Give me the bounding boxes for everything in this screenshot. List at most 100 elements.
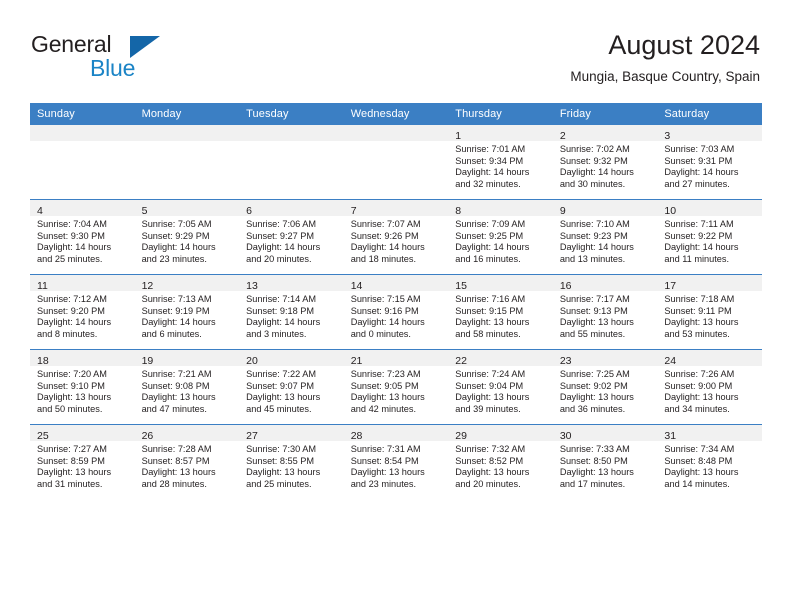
calendar-day-cell[interactable]: 23 Sunrise: 7:25 AM Sunset: 9:02 PM Dayligh… <box>552 349 658 425</box>
day-number: 11 <box>37 280 48 292</box>
calendar-day-cell[interactable]: 30 Sunrise: 7:33 AM Sunset: 8:50 PM Dayligh… <box>552 424 658 499</box>
calendar-cell-inner: 13 Sunrise: 7:14 AM Sunset: 9:18 PM Dayligh… <box>239 275 344 349</box>
calendar-day-cell[interactable]: 14 Sunrise: 7:15 AM Sunset: 9:16 PM Dayligh… <box>343 274 449 350</box>
calendar-day-cell[interactable]: 15 Sunrise: 7:16 AM Sunset: 9:15 PM Dayligh… <box>448 274 553 350</box>
calendar-week-row: 11 Sunrise: 7:12 AM Sunset: 9:20 PM Dayligh… <box>30 274 762 350</box>
calendar-day-cell[interactable]: 19 Sunrise: 7:21 AM Sunset: 9:08 PM Dayligh… <box>134 349 240 425</box>
day-detail-lines: Sunrise: 7:15 AM Sunset: 9:16 PM Daylight:… <box>344 291 449 340</box>
calendar-day-cell[interactable]: 29 Sunrise: 7:32 AM Sunset: 8:52 PM Dayligh… <box>448 424 553 499</box>
calendar-cell-inner: 5 Sunrise: 7:05 AM Sunset: 9:29 PM Daylight… <box>134 200 240 274</box>
calendar-cell-inner: 18 Sunrise: 7:20 AM Sunset: 9:10 PM Dayligh… <box>30 350 135 424</box>
calendar-cell-inner <box>239 125 344 199</box>
calendar-day-cell[interactable]: 11 Sunrise: 7:12 AM Sunset: 9:20 PM Dayligh… <box>30 274 135 350</box>
day-number: 26 <box>141 430 154 442</box>
day-detail-line: and 23 minutes. <box>350 478 417 489</box>
day-detail-line: Daylight: 13 hours <box>455 392 530 403</box>
day-detail-line: Daylight: 13 hours <box>664 467 739 478</box>
day-detail-line: Daylight: 13 hours <box>141 392 216 403</box>
day-number: 29 <box>455 430 467 442</box>
calendar-day-cell[interactable]: 1 Sunrise: 7:01 AM Sunset: 9:34 PM Daylight… <box>448 125 553 200</box>
day-detail-line: Daylight: 13 hours <box>37 467 112 478</box>
calendar-day-cell[interactable]: 16 Sunrise: 7:17 AM Sunset: 9:13 PM Dayligh… <box>552 274 658 350</box>
day-detail-line: Daylight: 14 hours <box>246 317 321 328</box>
day-detail-line: and 3 minutes. <box>246 328 307 339</box>
calendar-day-cell[interactable]: 10 Sunrise: 7:11 AM Sunset: 9:22 PM Dayligh… <box>657 199 762 275</box>
calendar-day-cell[interactable]: 27 Sunrise: 7:30 AM Sunset: 8:55 PM Dayligh… <box>239 424 344 499</box>
day-detail-line: Sunrise: 7:27 AM <box>37 444 107 454</box>
day-number-strip: 6 <box>239 200 344 217</box>
calendar-week-row: 25 Sunrise: 7:27 AM Sunset: 8:59 PM Dayligh… <box>30 424 762 499</box>
day-number: 21 <box>350 355 363 367</box>
day-detail-lines: Sunrise: 7:10 AM Sunset: 9:23 PM Daylight:… <box>553 216 658 265</box>
day-number-strip: 27 <box>239 425 344 442</box>
day-number-strip: 12 <box>134 275 240 292</box>
calendar-empty-cell <box>343 125 449 200</box>
day-detail-line: Sunset: 9:08 PM <box>141 380 210 391</box>
day-detail-line: and 47 minutes. <box>141 403 207 414</box>
day-detail-line: Sunset: 9:07 PM <box>246 380 315 391</box>
calendar-day-cell[interactable]: 13 Sunrise: 7:14 AM Sunset: 9:18 PM Dayligh… <box>239 274 344 350</box>
calendar-day-cell[interactable]: 26 Sunrise: 7:28 AM Sunset: 8:57 PM Dayligh… <box>134 424 240 499</box>
day-detail-line: Sunrise: 7:28 AM <box>141 444 212 454</box>
calendar-day-cell[interactable]: 31 Sunrise: 7:34 AM Sunset: 8:48 PM Dayligh… <box>657 424 762 499</box>
day-detail-line: and 42 minutes. <box>350 403 417 414</box>
calendar-empty-cell <box>134 125 240 200</box>
calendar-day-cell[interactable]: 2 Sunrise: 7:02 AM Sunset: 9:32 PM Daylight… <box>552 125 658 200</box>
calendar-day-cell[interactable]: 7 Sunrise: 7:07 AM Sunset: 9:26 PM Daylight… <box>343 199 449 275</box>
calendar-day-cell[interactable]: 22 Sunrise: 7:24 AM Sunset: 9:04 PM Dayligh… <box>448 349 553 425</box>
day-detail-line: Daylight: 14 hours <box>141 242 216 253</box>
day-detail-line: and 50 minutes. <box>37 403 103 414</box>
day-detail-line: Daylight: 14 hours <box>455 242 530 253</box>
day-detail-line: Daylight: 14 hours <box>455 167 530 178</box>
calendar-day-cell[interactable]: 18 Sunrise: 7:20 AM Sunset: 9:10 PM Dayligh… <box>30 349 135 425</box>
day-detail-line: Daylight: 13 hours <box>559 467 634 478</box>
day-detail-lines: Sunrise: 7:05 AM Sunset: 9:29 PM Daylight:… <box>135 216 240 265</box>
calendar-week-row: 1 Sunrise: 7:01 AM Sunset: 9:34 PM Daylight… <box>30 125 762 200</box>
title-block: August 2024 Mungia, Basque Country, Spai… <box>570 28 760 87</box>
day-detail-line: and 25 minutes. <box>37 253 103 264</box>
day-detail-line: Sunset: 9:18 PM <box>246 305 315 316</box>
calendar-day-cell[interactable]: 24 Sunrise: 7:26 AM Sunset: 9:00 PM Dayligh… <box>657 349 762 425</box>
calendar-cell-inner: 9 Sunrise: 7:10 AM Sunset: 9:23 PM Daylight… <box>552 200 658 274</box>
calendar-day-cell[interactable]: 12 Sunrise: 7:13 AM Sunset: 9:19 PM Dayligh… <box>134 274 240 350</box>
calendar-cell-inner: 20 Sunrise: 7:22 AM Sunset: 9:07 PM Dayligh… <box>239 350 344 424</box>
day-number-strip: 21 <box>343 350 449 367</box>
calendar-day-cell[interactable]: 25 Sunrise: 7:27 AM Sunset: 8:59 PM Dayligh… <box>30 424 135 499</box>
calendar-week-row: 4 Sunrise: 7:04 AM Sunset: 9:30 PM Daylight… <box>30 199 762 275</box>
general-blue-logo[interactable]: General Blue <box>31 33 211 83</box>
calendar-cell-inner: 22 Sunrise: 7:24 AM Sunset: 9:04 PM Dayligh… <box>448 350 553 424</box>
day-detail-line: Sunset: 9:19 PM <box>141 305 210 316</box>
day-number-strip <box>343 125 449 141</box>
day-number-strip: 4 <box>30 200 135 217</box>
calendar-cell-inner: 30 Sunrise: 7:33 AM Sunset: 8:50 PM Dayligh… <box>552 425 658 499</box>
calendar-day-cell[interactable]: 28 Sunrise: 7:31 AM Sunset: 8:54 PM Dayligh… <box>343 424 449 499</box>
calendar-day-cell[interactable]: 6 Sunrise: 7:06 AM Sunset: 9:27 PM Daylight… <box>239 199 344 275</box>
calendar-day-cell[interactable]: 4 Sunrise: 7:04 AM Sunset: 9:30 PM Daylight… <box>30 199 135 275</box>
day-detail-line: Sunset: 9:26 PM <box>350 230 419 241</box>
calendar-day-cell[interactable]: 8 Sunrise: 7:09 AM Sunset: 9:25 PM Daylight… <box>448 199 553 275</box>
calendar-cell-inner: 12 Sunrise: 7:13 AM Sunset: 9:19 PM Dayligh… <box>134 275 240 349</box>
day-number: 7 <box>350 205 357 217</box>
calendar-day-cell[interactable]: 9 Sunrise: 7:10 AM Sunset: 9:23 PM Daylight… <box>552 199 658 275</box>
calendar-day-cell[interactable]: 20 Sunrise: 7:22 AM Sunset: 9:07 PM Dayligh… <box>239 349 344 425</box>
day-detail-line: Daylight: 14 hours <box>664 167 739 178</box>
day-detail-line: Daylight: 14 hours <box>350 242 425 253</box>
day-number: 16 <box>559 280 572 292</box>
day-detail-line: Sunrise: 7:25 AM <box>559 369 630 379</box>
calendar-day-cell[interactable]: 17 Sunrise: 7:18 AM Sunset: 9:11 PM Dayligh… <box>657 274 762 350</box>
calendar-day-cell[interactable]: 21 Sunrise: 7:23 AM Sunset: 9:05 PM Dayligh… <box>343 349 449 425</box>
day-number-strip: 15 <box>448 275 553 292</box>
day-number-strip: 14 <box>343 275 449 292</box>
day-number: 1 <box>455 130 462 142</box>
calendar-day-cell[interactable]: 3 Sunrise: 7:03 AM Sunset: 9:31 PM Daylight… <box>657 125 762 200</box>
day-number-strip: 26 <box>134 425 240 442</box>
calendar-day-cell[interactable]: 5 Sunrise: 7:05 AM Sunset: 9:29 PM Daylight… <box>134 199 240 275</box>
calendar-cell-inner: 16 Sunrise: 7:17 AM Sunset: 9:13 PM Dayligh… <box>552 275 658 349</box>
day-detail-lines: Sunrise: 7:09 AM Sunset: 9:25 PM Daylight:… <box>448 216 553 265</box>
day-detail-line: and 32 minutes. <box>455 178 521 189</box>
day-number-strip: 23 <box>552 350 658 367</box>
day-detail-line: and 30 minutes. <box>559 178 626 189</box>
day-number: 3 <box>664 130 671 142</box>
day-number: 8 <box>455 205 462 217</box>
calendar-cell-inner: 26 Sunrise: 7:28 AM Sunset: 8:57 PM Dayligh… <box>134 425 240 499</box>
